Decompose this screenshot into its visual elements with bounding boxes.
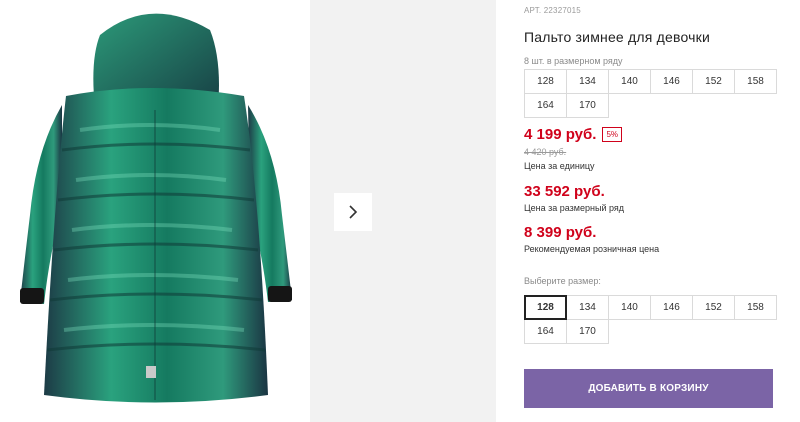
- range-size-cell: 146: [650, 69, 693, 94]
- range-size-cell: 140: [608, 69, 651, 94]
- chevron-right-icon: [349, 205, 358, 219]
- unit-price: 4 199 руб. 5%: [524, 126, 623, 143]
- size-option[interactable]: 158: [734, 295, 777, 320]
- size-option[interactable]: 164: [524, 319, 567, 344]
- range-size-cell: 134: [566, 69, 609, 94]
- size-option[interactable]: 140: [608, 295, 651, 320]
- product-title: Пальто зимнее для девочки: [524, 29, 710, 45]
- range-size-cell: 158: [734, 69, 777, 94]
- range-size-cell: 128: [524, 69, 567, 94]
- unit-price-label: Цена за единицу: [524, 161, 595, 171]
- product-image: [0, 0, 310, 422]
- discount-badge: 5%: [602, 127, 623, 142]
- old-price: 4 420 руб.: [524, 147, 567, 157]
- size-selector: 128 134 140 146 152 158 164 170: [524, 295, 777, 344]
- current-price: 4 199 руб.: [524, 126, 597, 143]
- size-count: 8 шт. в размерном ряду: [524, 56, 623, 66]
- retail-price-label: Рекомендуемая розничная цена: [524, 244, 660, 254]
- range-size-cell: 170: [566, 93, 609, 118]
- size-option[interactable]: 170: [566, 319, 609, 344]
- range-price: 33 592 руб.: [524, 183, 605, 200]
- range-size-cell: 164: [524, 93, 567, 118]
- jacket-illustration: [20, 13, 292, 403]
- range-size-cell: 152: [692, 69, 735, 94]
- range-price-label: Цена за размерный ряд: [524, 203, 625, 213]
- size-option[interactable]: 146: [650, 295, 693, 320]
- next-image-button[interactable]: [334, 193, 372, 231]
- product-info: АРТ. 22327015 Пальто зимнее для девочки …: [524, 0, 784, 422]
- image-gallery: [310, 0, 496, 422]
- add-to-cart-button[interactable]: ДОБАВИТЬ В КОРЗИНУ: [524, 369, 773, 408]
- size-option-selected[interactable]: 128: [524, 295, 567, 320]
- size-option[interactable]: 152: [692, 295, 735, 320]
- retail-price: 8 399 руб.: [524, 224, 597, 241]
- size-option[interactable]: 134: [566, 295, 609, 320]
- article-number: АРТ. 22327015: [524, 6, 581, 15]
- size-range-grid: 128 134 140 146 152 158 164 170: [524, 69, 777, 118]
- choose-size-label: Выберите размер:: [524, 276, 601, 286]
